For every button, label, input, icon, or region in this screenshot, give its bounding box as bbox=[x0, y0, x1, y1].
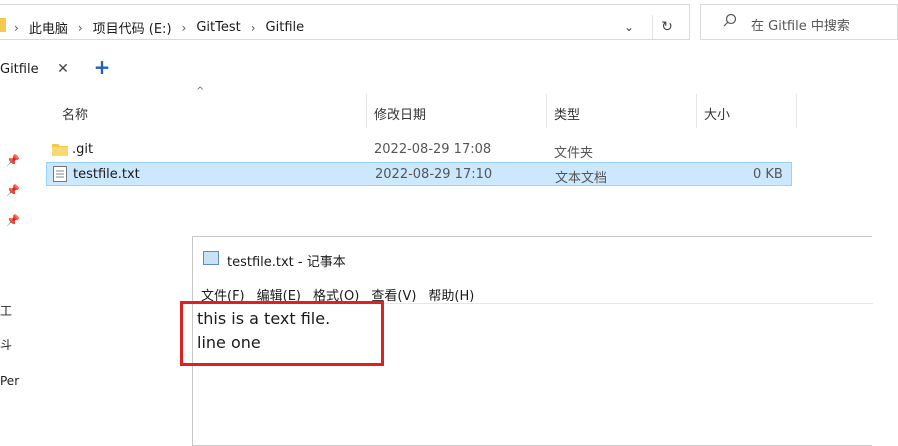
nav-item-fragment[interactable]: 工 bbox=[0, 302, 12, 319]
file-modified: 2022-08-29 17:10 bbox=[375, 167, 493, 182]
file-modified: 2022-08-29 17:08 bbox=[374, 142, 492, 157]
menu-help[interactable]: 帮助(H) bbox=[428, 285, 474, 304]
column-header-modified[interactable]: 修改日期 bbox=[374, 104, 426, 123]
folder-icon bbox=[52, 144, 68, 156]
file-type: 文本文档 bbox=[555, 171, 608, 186]
file-type: 文件夹 bbox=[554, 146, 594, 161]
breadcrumb-item-this-pc[interactable]: 此电脑 bbox=[29, 18, 68, 37]
nav-item-fragment[interactable]: 斗 bbox=[0, 336, 12, 353]
breadcrumb-item-drive[interactable]: 项目代码 (E:) bbox=[93, 18, 172, 37]
notepad-icon bbox=[203, 251, 219, 265]
column-divider[interactable] bbox=[546, 94, 547, 128]
refresh-button[interactable]: ↻ bbox=[652, 15, 681, 39]
chevron-right-icon[interactable]: › bbox=[251, 21, 256, 35]
chevron-down-icon: ⌄ bbox=[623, 20, 635, 34]
file-name: testfile.txt bbox=[73, 167, 140, 182]
chevron-right-icon[interactable]: › bbox=[78, 21, 83, 35]
column-header-name[interactable]: 名称 bbox=[62, 104, 88, 123]
breadcrumb-item-gittest[interactable]: GitTest bbox=[196, 20, 240, 35]
highlight-annotation bbox=[180, 301, 384, 366]
search-icon bbox=[723, 13, 737, 27]
pin-icon[interactable]: 📌 bbox=[6, 154, 20, 168]
file-name: .git bbox=[72, 142, 94, 157]
column-header-type[interactable]: 类型 bbox=[554, 104, 580, 123]
nav-item-fragment[interactable]: Per bbox=[0, 374, 19, 388]
sort-ascending-icon: ^ bbox=[196, 86, 205, 97]
address-history-dropdown[interactable]: ⌄ bbox=[616, 15, 642, 39]
close-icon[interactable]: ✕ bbox=[54, 60, 72, 78]
chevron-right-icon[interactable]: › bbox=[182, 21, 187, 35]
address-bar: › 此电脑 › 项目代码 (E:) › GitTest › Gitfile ⌄ … bbox=[0, 0, 898, 44]
column-divider[interactable] bbox=[366, 94, 367, 128]
add-tab-button[interactable]: + bbox=[92, 56, 112, 78]
pin-icon[interactable]: 📌 bbox=[6, 214, 20, 228]
search-placeholder: 在 Gitfile 中搜索 bbox=[751, 19, 850, 34]
folder-icon bbox=[0, 18, 6, 32]
search-input[interactable]: 在 Gitfile 中搜索 bbox=[700, 4, 898, 40]
tab-gitfile[interactable]: Gitfile bbox=[0, 62, 39, 77]
chevron-right-icon: › bbox=[14, 20, 19, 35]
file-row-git[interactable]: .git 2022-08-29 17:08 文件夹 bbox=[46, 138, 792, 162]
text-file-icon bbox=[53, 166, 67, 182]
window-title: testfile.txt - 记事本 bbox=[227, 255, 346, 270]
column-divider[interactable] bbox=[796, 94, 797, 128]
column-header-size[interactable]: 大小 bbox=[704, 104, 730, 123]
file-size: 0 KB bbox=[753, 167, 783, 182]
breadcrumb-item-gitfile[interactable]: Gitfile bbox=[266, 20, 305, 35]
pin-icon[interactable]: 📌 bbox=[6, 184, 20, 198]
file-row-testfile[interactable]: testfile.txt 2022-08-29 17:10 文本文档 0 KB bbox=[46, 162, 792, 186]
breadcrumb[interactable]: › 此电脑 › 项目代码 (E:) › GitTest › Gitfile ⌄ … bbox=[0, 4, 690, 40]
refresh-icon: ↻ bbox=[661, 19, 673, 35]
column-divider[interactable] bbox=[696, 94, 697, 128]
